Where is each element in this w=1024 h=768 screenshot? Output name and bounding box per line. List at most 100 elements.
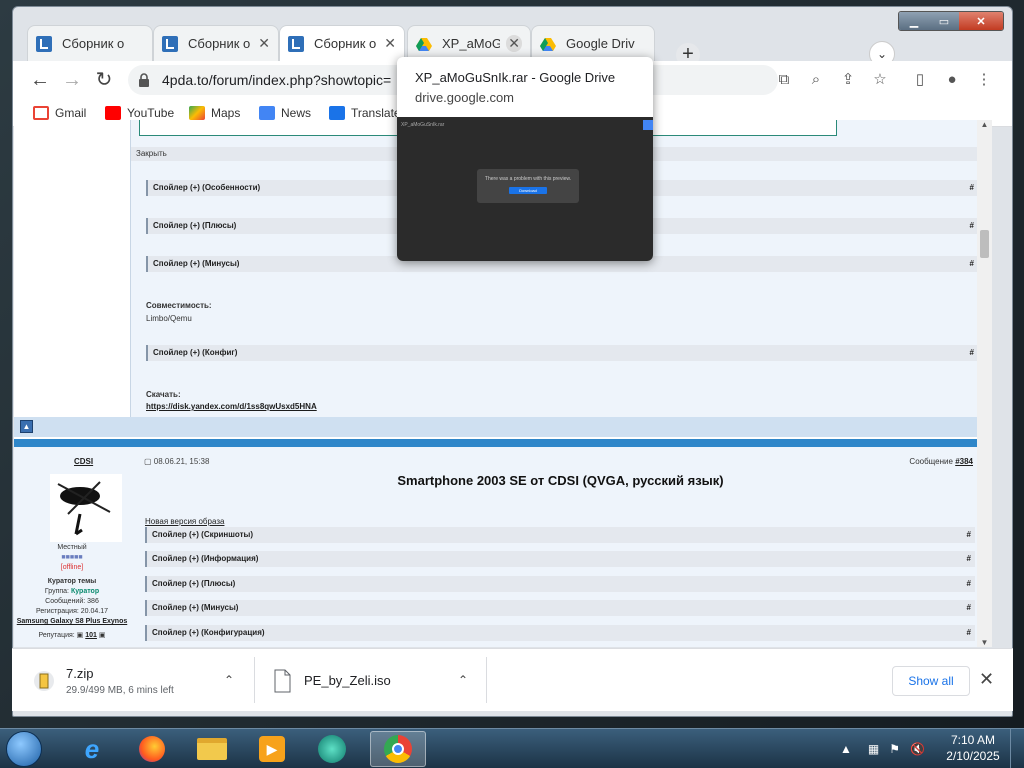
taskbar-firefox[interactable] xyxy=(124,731,180,767)
chevron-up-icon[interactable]: ⌃ xyxy=(458,673,468,687)
bookmark-label: News xyxy=(281,106,312,120)
hash-link[interactable]: # xyxy=(967,576,971,592)
hover-card-url: drive.google.com xyxy=(415,90,514,105)
menu-icon[interactable]: ⋮ xyxy=(973,69,995,91)
taskbar-explorer[interactable] xyxy=(184,731,240,767)
clock[interactable]: 7:10 AM 2/10/2025 xyxy=(944,732,1002,764)
hash-link[interactable]: # xyxy=(970,218,974,234)
scroll-down-icon[interactable]: ▼ xyxy=(977,638,992,647)
network-icon[interactable]: ▦ xyxy=(868,742,879,756)
post-date: ▢ 08.06.21, 15:38 xyxy=(144,457,210,466)
show-desktop-button[interactable] xyxy=(1010,729,1024,768)
globe-app-icon xyxy=(318,735,346,763)
profile-icon[interactable]: ● xyxy=(941,69,963,91)
4pda-icon xyxy=(162,35,178,52)
download-name: 7.zip xyxy=(66,665,94,681)
spoiler-info[interactable]: Спойлер (+) (Информация) # xyxy=(145,551,975,567)
tab-4[interactable]: XP_aMoGu ✕ xyxy=(407,25,531,61)
post-title: Smartphone 2003 SE от CDSI (QVGA, русски… xyxy=(397,473,724,488)
spoiler-pros-2[interactable]: Спойлер (+) (Плюсы) # xyxy=(145,576,975,592)
firefox-icon xyxy=(139,736,165,762)
download-link[interactable]: https://disk.yandex.com/d/1ss8qwUsxd5HNA xyxy=(146,402,317,411)
compat-label: Совместимость: xyxy=(146,301,212,310)
taskbar-media[interactable]: ▶ xyxy=(244,731,300,767)
zip-file-icon xyxy=(34,670,54,691)
new-version-link[interactable]: Новая версия образа xyxy=(145,517,224,526)
action-center-flag-icon[interactable]: ⚑ xyxy=(889,742,900,756)
maps-icon xyxy=(189,106,205,120)
spoiler-screenshots[interactable]: Спойлер (+) (Скриншоты) # xyxy=(145,527,975,543)
post-author[interactable]: CDSI xyxy=(74,457,93,466)
spoiler-configuration[interactable]: Спойлер (+) (Конфигурация) # xyxy=(145,625,975,641)
bookmark-star-icon[interactable]: ☆ xyxy=(869,69,891,91)
bookmark-label: Maps xyxy=(211,106,241,120)
close-tab-icon[interactable]: ✕ xyxy=(506,35,522,52)
clock-date: 2/10/2025 xyxy=(946,749,1000,763)
reg-label: Регистрация: xyxy=(35,608,79,615)
spoiler-cons-2[interactable]: Спойлер (+) (Минусы) # xyxy=(145,600,975,616)
download-item-1[interactable]: 7.zip 29.9/499 MB, 6 mins left ⌃ xyxy=(34,649,234,712)
start-button[interactable] xyxy=(6,731,42,767)
taskbar-chrome[interactable] xyxy=(370,731,426,767)
reload-icon[interactable]: ↻ xyxy=(91,67,117,93)
hash-link[interactable]: # xyxy=(970,180,974,196)
bookmark-label: YouTube xyxy=(127,106,175,120)
close-tab-icon[interactable]: ✕ xyxy=(258,35,270,52)
hash-link[interactable]: # xyxy=(967,600,971,616)
news-icon xyxy=(259,106,275,120)
show-hidden-icons[interactable]: ▲ xyxy=(840,742,852,756)
hash-link[interactable]: # xyxy=(970,345,974,361)
tab-2[interactable]: Сборник о ✕ xyxy=(153,25,279,61)
close-shelf-icon[interactable]: ✕ xyxy=(979,669,994,690)
tab-3[interactable]: Сборник о ✕ xyxy=(279,25,405,61)
volume-muted-icon[interactable]: 🔇 xyxy=(910,742,925,756)
rep-value[interactable]: 101 xyxy=(85,632,97,639)
download-item-2[interactable]: PE_by_Zeli.iso ⌃ xyxy=(272,649,468,712)
show-all-button[interactable]: Show all xyxy=(892,666,970,696)
chevron-up-icon[interactable]: ⌃ xyxy=(224,673,234,687)
avatar xyxy=(50,474,122,542)
message-label: Сообщение xyxy=(909,457,953,466)
device-link[interactable]: Samsung Galaxy S8 Plus Exynos xyxy=(14,617,130,627)
zoom-icon[interactable]: ⌕ xyxy=(805,69,827,91)
spoiler-label: Спойлер (+) (Плюсы) xyxy=(153,221,237,230)
side-panel-icon[interactable]: ▯ xyxy=(909,69,931,91)
message-number-link[interactable]: #384 xyxy=(955,457,973,466)
forward-icon[interactable]: → xyxy=(59,67,85,93)
system-tray: ▲ ▦ ⚑ 🔇 xyxy=(840,729,925,768)
tab-hover-card: XP_aMoGuSnIk.rar - Google Drive drive.go… xyxy=(397,57,653,261)
clock-time: 7:10 AM xyxy=(950,733,996,747)
download-shelf: 7.zip 29.9/499 MB, 6 mins left ⌃ PE_by_Ze… xyxy=(12,648,1013,711)
tab-title: Сборник о xyxy=(188,36,251,51)
spoiler-config[interactable]: Спойлер (+) (Конфиг) # xyxy=(146,345,977,361)
taskbar-ie[interactable]: e xyxy=(64,731,120,767)
hash-link[interactable]: # xyxy=(967,625,971,641)
hover-card-title: XP_aMoGuSnIk.rar - Google Drive xyxy=(415,70,616,85)
back-icon[interactable]: ← xyxy=(27,67,53,93)
tab-title: XP_aMoGu xyxy=(442,36,500,51)
download-label: Скачать: xyxy=(146,390,181,399)
scroll-top-icon[interactable]: ▲ xyxy=(20,420,33,433)
shelf-divider xyxy=(486,657,487,703)
preview-download-button: Download xyxy=(509,187,547,194)
url-text: 4pda.to/forum/index.php?showtopic= xyxy=(162,72,392,88)
spoiler-label: Спойлер (+) (Конфигурация) xyxy=(152,628,265,637)
tab-5[interactable]: Google Driv xyxy=(531,25,655,61)
scroll-up-icon[interactable]: ▲ xyxy=(977,120,992,129)
tab-1[interactable]: Сборник о xyxy=(27,25,153,61)
google-drive-icon xyxy=(416,37,432,51)
spoiler-label: Спойлер (+) (Минусы) xyxy=(152,603,239,612)
translate-page-icon[interactable]: ⧉ xyxy=(773,69,795,91)
close-tab-icon[interactable]: ✕ xyxy=(384,35,396,52)
avatar-helicopter-image xyxy=(57,481,111,536)
spoiler-label: Спойлер (+) (Скриншоты) xyxy=(152,530,254,539)
hash-link[interactable]: # xyxy=(967,527,971,543)
hash-link[interactable]: # xyxy=(967,551,971,567)
taskbar-app[interactable] xyxy=(304,731,360,767)
page-scrollbar[interactable]: ▲ ▼ xyxy=(977,120,992,647)
hash-link[interactable]: # xyxy=(970,256,974,272)
preview-message: There was a problem with this preview. xyxy=(484,176,572,182)
tab-title: Google Driv xyxy=(566,36,635,51)
scroll-thumb[interactable] xyxy=(980,230,989,258)
share-icon[interactable]: ⇪ xyxy=(837,69,859,91)
